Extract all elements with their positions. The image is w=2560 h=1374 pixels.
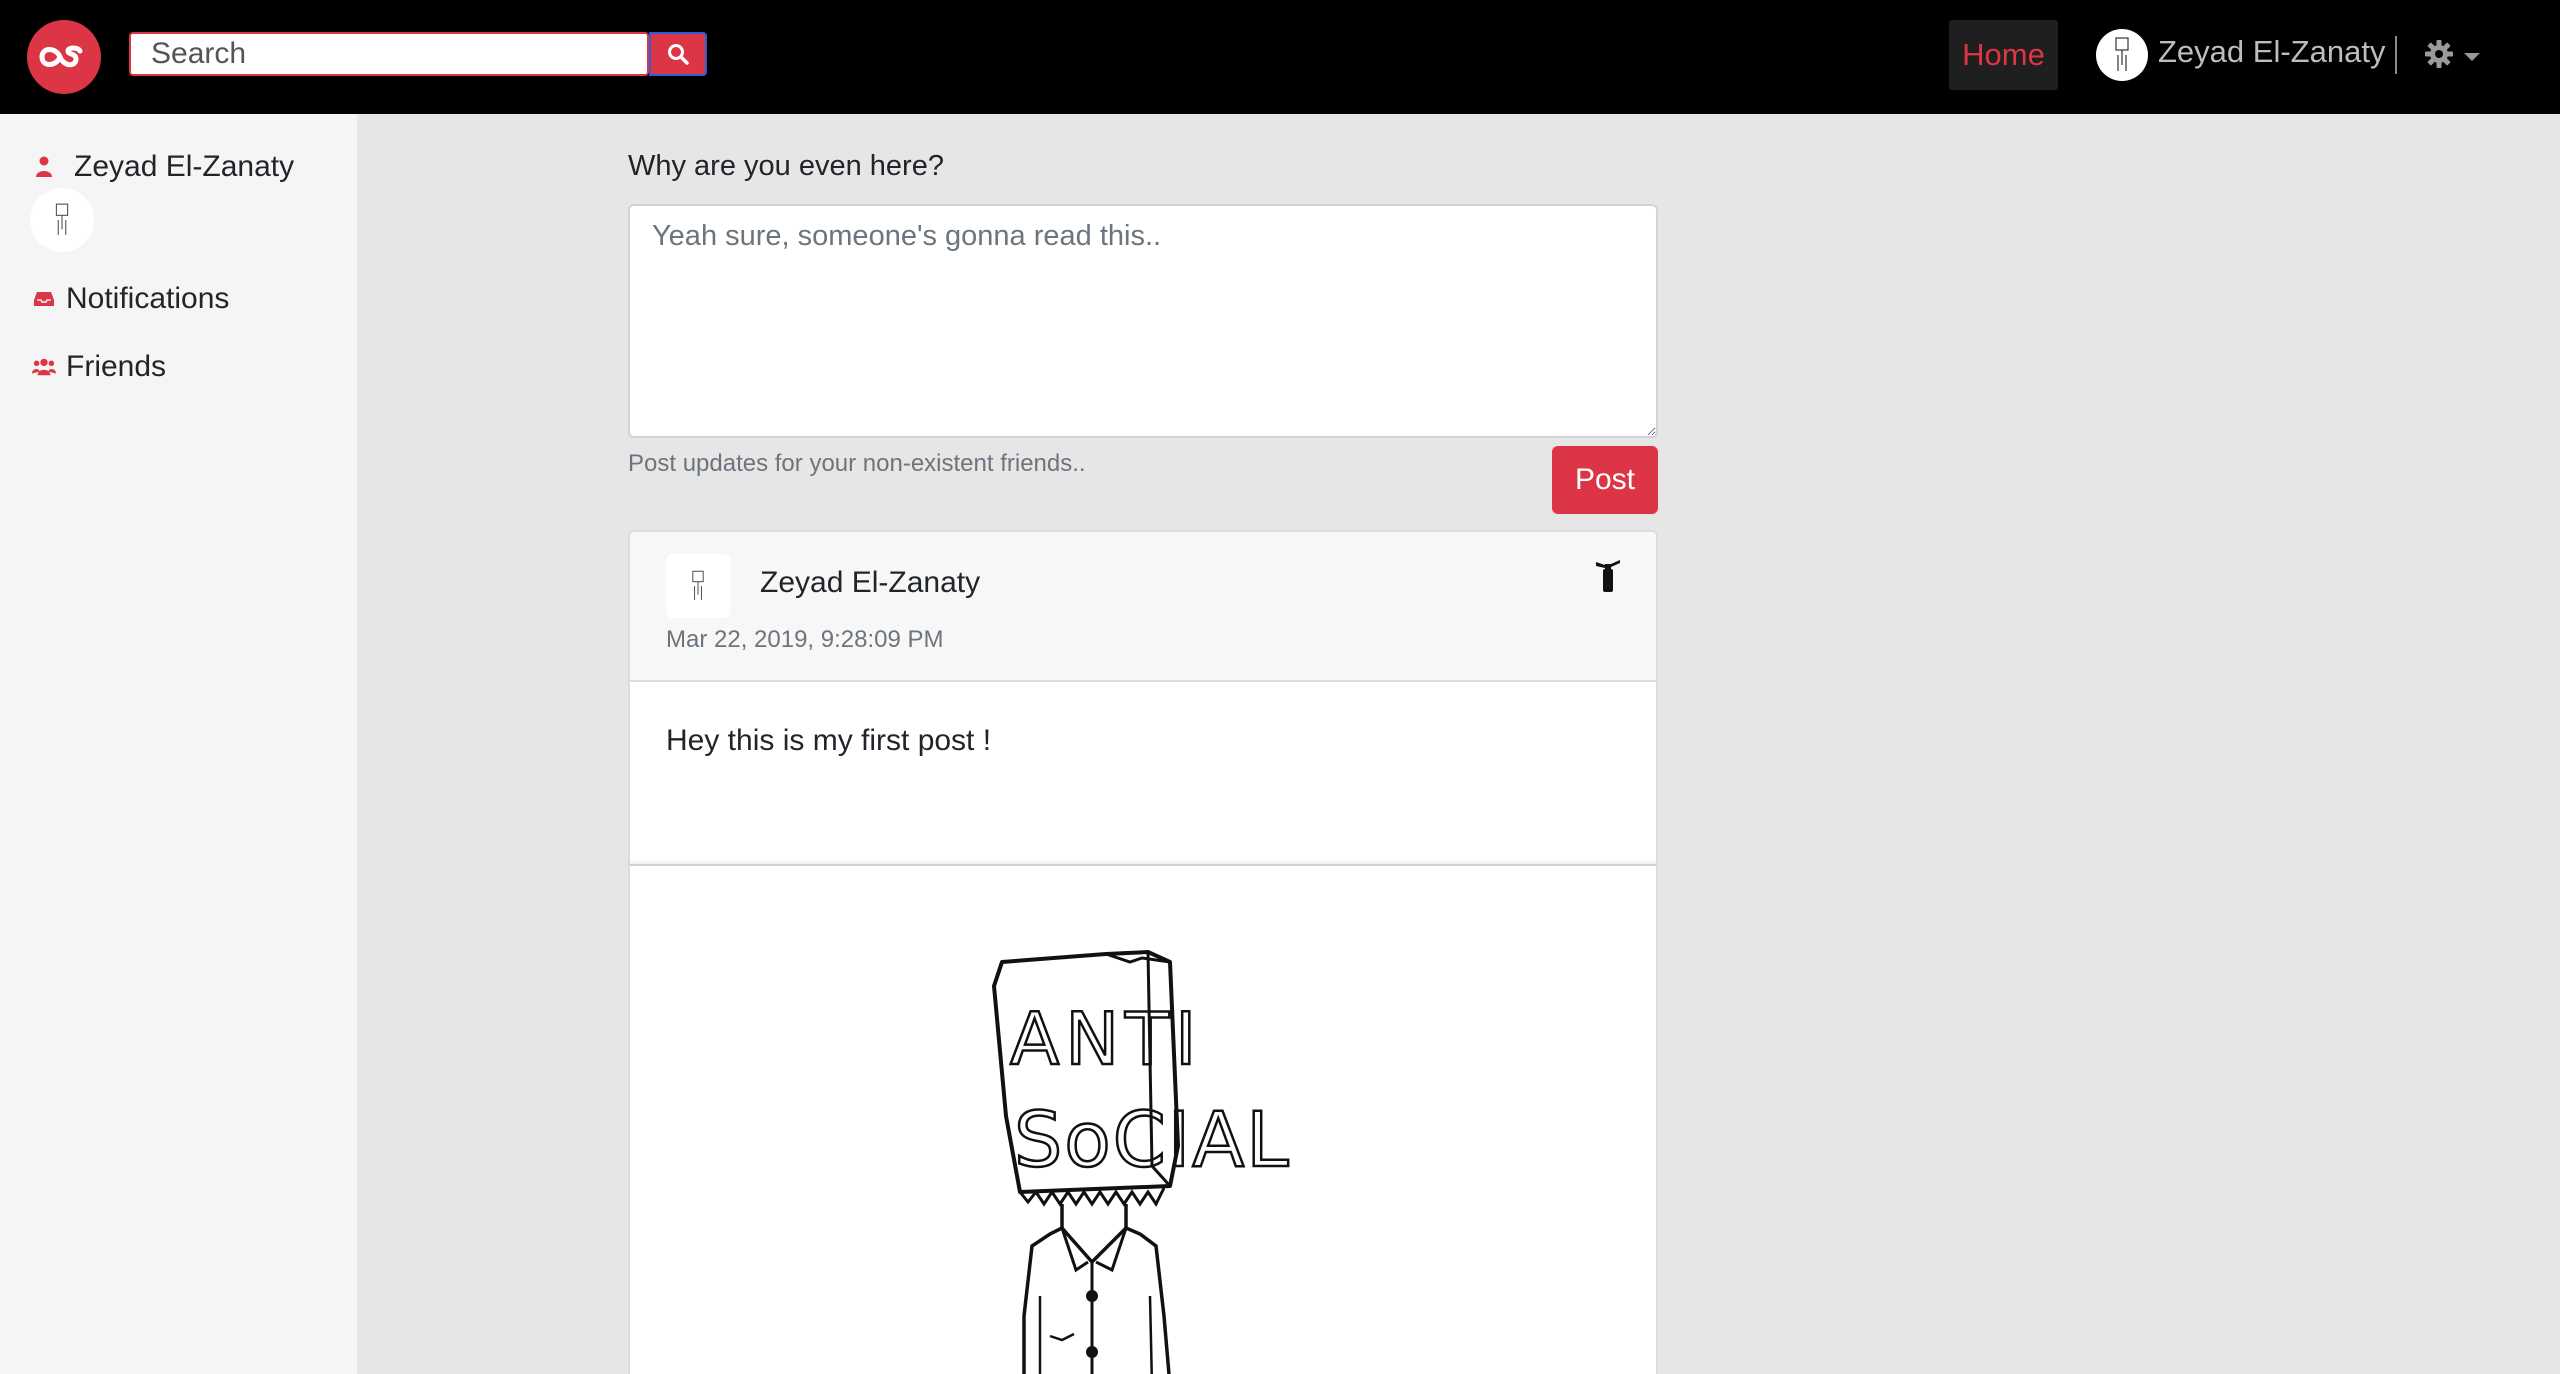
search-icon [668, 44, 689, 65]
svg-text:ANTI: ANTI [1010, 997, 1202, 1081]
sidebar-profile-link[interactable]: Zeyad El-Zanaty [32, 150, 294, 184]
nav-divider [2395, 36, 2397, 74]
composer-help-text: Post updates for your non-existent frien… [628, 450, 1086, 477]
sidebar-item-notifications[interactable]: Notifications [32, 282, 229, 316]
post-card: Zeyad El-Zanaty Mar 22, 2019, 9:28:09 PM… [628, 530, 1658, 1374]
composer-label: Why are you even here? [628, 150, 944, 182]
post-author-name[interactable]: Zeyad El-Zanaty [760, 566, 980, 600]
top-navbar: Home Zeyad El-Zanaty [0, 0, 2560, 114]
users-icon [32, 355, 56, 379]
post-textarea[interactable] [628, 204, 1658, 438]
left-sidebar: Zeyad El-Zanaty Notifications Friends [0, 114, 357, 1374]
inbox-icon [32, 287, 56, 311]
gear-icon [2425, 40, 2453, 68]
fire-extinguisher-icon[interactable] [1590, 556, 1626, 596]
sidebar-item-label: Friends [66, 350, 167, 383]
settings-dropdown[interactable] [2424, 34, 2490, 74]
lastfm-logo-icon[interactable] [27, 20, 101, 94]
post-button[interactable]: Post [1552, 446, 1658, 514]
nav-home-link[interactable]: Home [1949, 20, 2058, 90]
caret-down-icon [2464, 53, 2480, 61]
post-timestamp: Mar 22, 2019, 9:28:09 PM [666, 626, 944, 653]
search-button[interactable] [649, 32, 707, 76]
sidebar-item-label: Notifications [66, 282, 230, 315]
search-box [129, 32, 649, 76]
post-body-text: Hey this is my first post ! [666, 724, 992, 757]
sidebar-item-friends[interactable]: Friends [32, 350, 166, 384]
avatar[interactable] [2096, 29, 2148, 81]
post-header: Zeyad El-Zanaty Mar 22, 2019, 9:28:09 PM [630, 532, 1656, 682]
nav-user-name[interactable]: Zeyad El-Zanaty [2158, 32, 2385, 72]
sidebar-profile-name: Zeyad El-Zanaty [74, 150, 295, 183]
sidebar-avatar[interactable] [30, 188, 94, 252]
user-icon [32, 155, 56, 179]
search-input[interactable] [131, 34, 611, 74]
svg-text:SoCIAL: SoCIAL [1014, 1095, 1291, 1184]
post-image[interactable]: ANTI SoCIAL [630, 864, 1656, 1374]
post-author-avatar[interactable] [666, 554, 730, 618]
